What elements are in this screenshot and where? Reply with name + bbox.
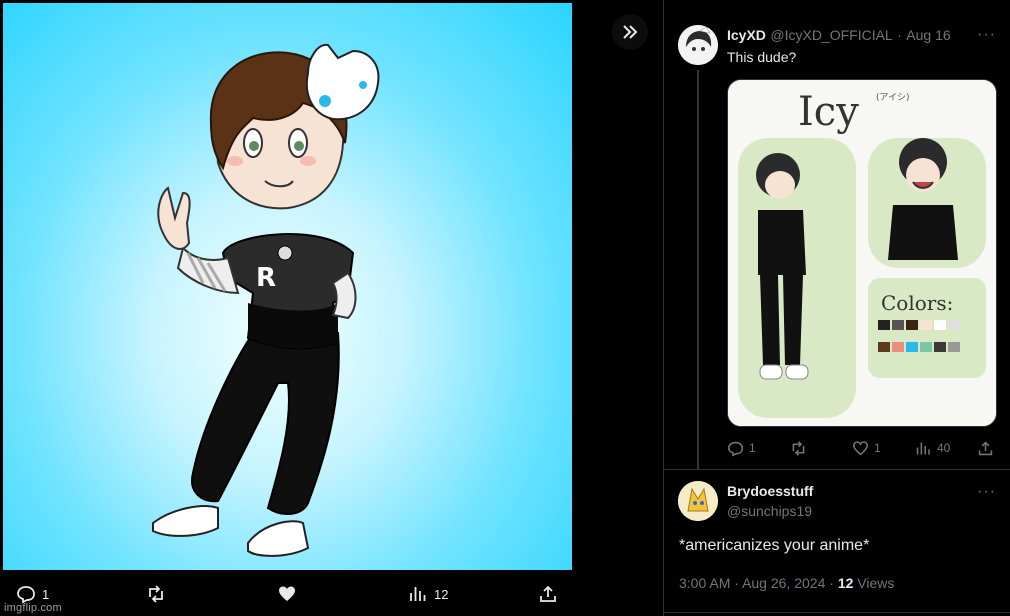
like-button[interactable]: [277, 572, 303, 616]
character-artwork[interactable]: R: [3, 3, 572, 570]
avatar-image: [678, 481, 718, 521]
share-icon: [978, 440, 993, 455]
divider: [663, 469, 1010, 470]
svg-text:R: R: [256, 263, 276, 293]
views-button[interactable]: 40: [915, 436, 950, 460]
views-icon: [916, 442, 930, 454]
reply-button[interactable]: 1: [727, 436, 756, 460]
divider: [663, 612, 1010, 613]
views-count: 40: [937, 441, 951, 455]
reply-text: *americanizes your anime*: [679, 537, 870, 554]
views-count: 12: [434, 586, 449, 602]
retweet-icon: [792, 440, 805, 456]
handle[interactable]: @IcyXD_OFFICIAL: [770, 27, 892, 43]
avatar-image: [678, 25, 718, 65]
avatar[interactable]: [678, 481, 718, 521]
share-button[interactable]: [977, 436, 994, 460]
tweet-date[interactable]: Aug 16: [906, 27, 950, 43]
artwork-drawing: R: [152, 43, 380, 557]
tweet-text: This dude?: [727, 49, 797, 65]
reply-icon: [17, 586, 35, 604]
tweet-date[interactable]: Aug 26, 2024: [742, 575, 825, 591]
like-button[interactable]: 1: [852, 436, 881, 460]
views-button[interactable]: 12: [408, 572, 448, 616]
more-icon: ···: [977, 483, 996, 500]
like-icon: [279, 586, 295, 601]
reference-sheet-drawing: Icy (アイシ) Colors:: [728, 80, 996, 426]
share-icon: [540, 585, 556, 602]
watermark: imgflip.com: [4, 602, 62, 614]
separator: ·: [897, 27, 902, 43]
thread-connector-line: [697, 70, 699, 470]
more-options-button[interactable]: ···: [977, 483, 996, 501]
tweet-time[interactable]: 3:00 AM: [679, 575, 730, 591]
more-options-button[interactable]: ···: [977, 26, 996, 44]
tweet-image[interactable]: Icy (アイシ) Colors:: [727, 79, 997, 427]
collapse-icon: [623, 25, 638, 39]
separator: ·: [829, 575, 834, 591]
separator: ·: [734, 575, 739, 591]
more-icon: ···: [977, 26, 996, 43]
share-button[interactable]: [538, 572, 558, 616]
reply-handle[interactable]: @sunchips19: [727, 503, 812, 519]
like-icon: [852, 440, 869, 455]
collapse-panel-button[interactable]: [612, 14, 648, 50]
media-action-bar: 1 12: [0, 572, 572, 616]
avatar[interactable]: [678, 25, 718, 65]
retweet-button[interactable]: [790, 436, 807, 460]
sheet-title: Icy: [798, 89, 859, 135]
reply-count: 1: [42, 586, 50, 602]
views-label: Views: [857, 575, 895, 591]
sheet-colors-label: Colors:: [881, 291, 953, 315]
retweet-button[interactable]: [146, 572, 166, 616]
display-name[interactable]: IcyXD: [727, 27, 766, 43]
sheet-furigana: (アイシ): [876, 93, 910, 103]
like-count: 1: [874, 441, 881, 455]
reply-count: 1: [749, 441, 756, 455]
media-viewer: R 1 12 imgflip.com: [0, 0, 663, 616]
views-icon: [410, 587, 426, 601]
tweet-header: IcyXD @IcyXD_OFFICIAL · Aug 16: [727, 27, 951, 45]
views-count: 12: [837, 575, 854, 591]
reply-display-name[interactable]: Brydoesstuff: [727, 483, 813, 499]
retweet-icon: [149, 585, 163, 603]
reply-icon: [727, 441, 744, 457]
tweet-metadata: 3:00 AM · Aug 26, 2024 · 12 Views: [679, 575, 894, 591]
